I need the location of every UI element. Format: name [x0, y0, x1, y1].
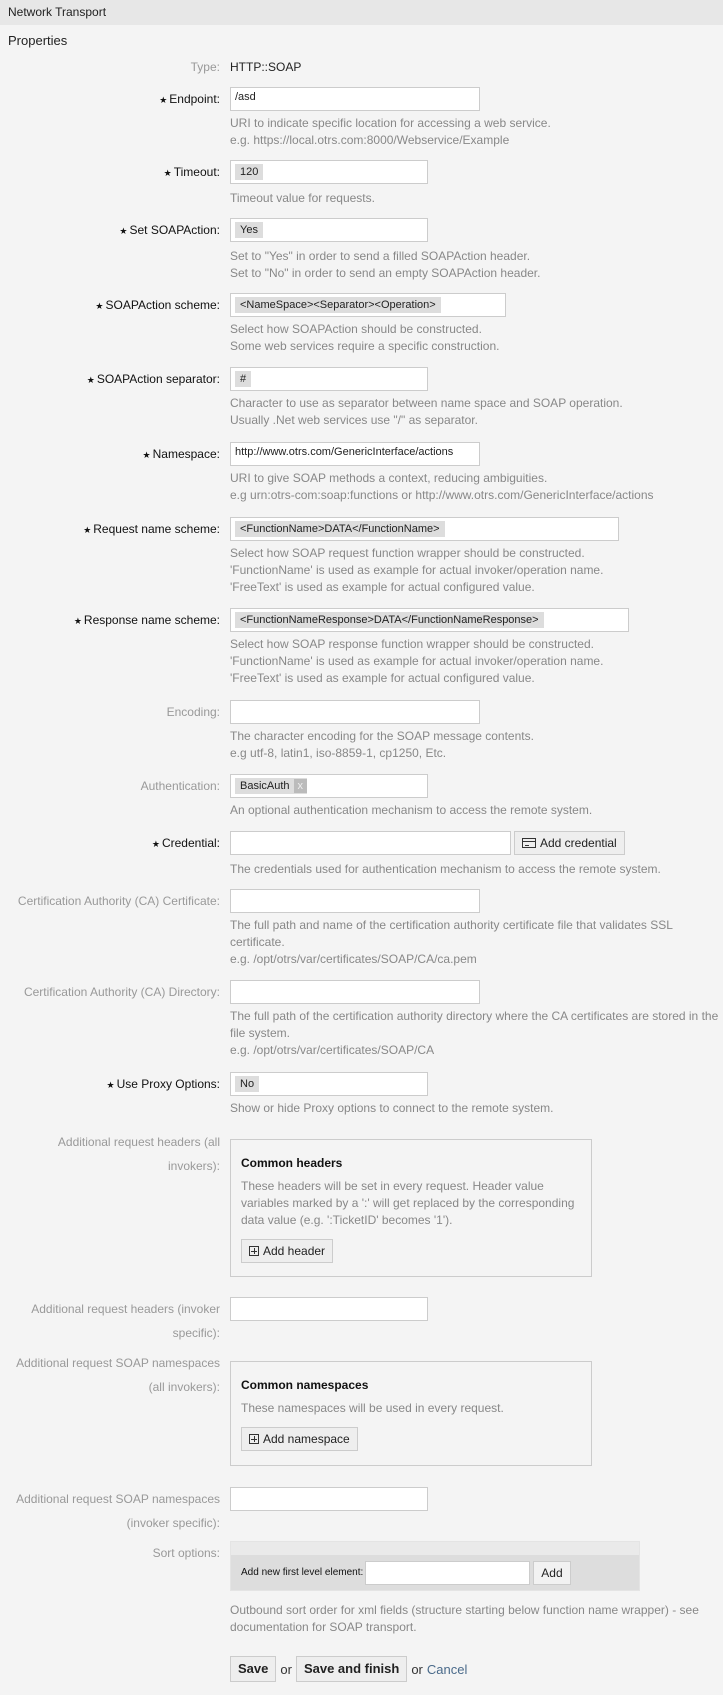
- set-soapaction-value: Yes: [235, 222, 263, 238]
- type-label: Type:: [190, 60, 220, 74]
- encoding-label: Encoding:: [166, 705, 220, 719]
- endpoint-label: Endpoint:: [169, 92, 220, 106]
- request-name-scheme-help: Select how SOAP request function wrapper…: [230, 546, 604, 594]
- request-name-scheme-value: <FunctionName>DATA</FunctionName>: [235, 521, 445, 537]
- add-element-button[interactable]: Add: [533, 1560, 571, 1585]
- plus-icon: [249, 1246, 259, 1256]
- timeout-value: 120: [235, 164, 264, 180]
- common-headers-box: Common headers These headers will be set…: [230, 1139, 592, 1277]
- encoding-help: The character encoding for the SOAP mess…: [230, 729, 534, 760]
- plus-icon: [249, 1434, 259, 1444]
- authentication-tag: BasicAuth x: [235, 778, 308, 794]
- namespaces-invoker-input[interactable]: [230, 1487, 428, 1511]
- response-name-scheme-help: Select how SOAP response function wrappe…: [230, 637, 604, 685]
- common-namespaces-text: These namespaces will be used in every r…: [241, 1401, 504, 1415]
- namespaces-all-label: Additional request SOAP namespaces (all …: [16, 1356, 220, 1394]
- soapaction-separator-label: SOAPAction separator:: [96, 372, 220, 386]
- sort-options-help: Outbound sort order for xml fields (stru…: [230, 1603, 699, 1634]
- request-name-scheme-label: Request name scheme:: [93, 522, 220, 536]
- set-soapaction-help: Set to "Yes" in order to send a filled S…: [230, 249, 541, 280]
- properties-title: Properties: [8, 33, 68, 48]
- add-element-input[interactable]: [365, 1560, 531, 1585]
- response-name-scheme-select[interactable]: <FunctionNameResponse>DATA</FunctionName…: [230, 608, 629, 632]
- remove-icon[interactable]: x: [293, 779, 308, 793]
- soapaction-separator-select[interactable]: #: [230, 367, 428, 391]
- headers-all-label: Additional request headers (all invokers…: [57, 1135, 220, 1173]
- common-namespaces-title: Common namespaces: [241, 1378, 369, 1392]
- cancel-link[interactable]: Cancel: [427, 1662, 467, 1677]
- ca-directory-input[interactable]: [230, 980, 480, 1004]
- required-icon: ★: [73, 616, 82, 626]
- use-proxy-help: Show or hide Proxy options to connect to…: [230, 1101, 554, 1115]
- encoding-input[interactable]: [230, 700, 480, 724]
- or-text: or: [280, 1661, 292, 1677]
- response-name-scheme-value: <FunctionNameResponse>DATA</FunctionName…: [235, 612, 544, 628]
- required-icon: ★: [83, 525, 92, 535]
- required-icon: ★: [95, 301, 104, 311]
- use-proxy-select[interactable]: No: [230, 1072, 428, 1096]
- soapaction-scheme-help: Select how SOAPAction should be construc…: [230, 322, 500, 353]
- common-headers-text: These headers will be set in every reque…: [241, 1179, 575, 1227]
- soapaction-separator-value: #: [235, 371, 252, 387]
- sort-options-panel: Add new first level element: Add: [230, 1541, 640, 1591]
- required-icon: ★: [86, 375, 95, 385]
- credential-label: Credential:: [161, 836, 220, 850]
- required-icon: ★: [142, 450, 151, 460]
- ca-certificate-input[interactable]: [230, 889, 480, 913]
- headers-invoker-label: Additional request headers (invoker spec…: [31, 1302, 220, 1340]
- common-namespaces-box: Common namespaces These namespaces will …: [230, 1361, 592, 1466]
- ca-directory-help: The full path of the certification autho…: [230, 1009, 719, 1057]
- section-header: Network Transport: [0, 0, 723, 25]
- add-credential-button[interactable]: Add credential: [514, 831, 625, 855]
- use-proxy-value: No: [235, 1076, 260, 1092]
- required-icon: ★: [106, 1080, 115, 1090]
- namespace-help: URI to give SOAP methods a context, redu…: [230, 471, 654, 502]
- set-soapaction-label: Set SOAPAction:: [129, 223, 221, 237]
- ca-certificate-label: Certification Authority (CA) Certificate…: [17, 894, 220, 908]
- namespace-label: Namespace:: [152, 447, 220, 461]
- required-icon: ★: [119, 226, 128, 236]
- authentication-help: An optional authentication mechanism to …: [230, 803, 593, 817]
- set-soapaction-select[interactable]: Yes: [230, 218, 428, 242]
- section-title: Network Transport: [8, 5, 107, 19]
- ca-directory-label: Certification Authority (CA) Directory:: [23, 985, 220, 999]
- ca-certificate-help: The full path and name of the certificat…: [230, 918, 673, 966]
- namespace-input[interactable]: http://www.otrs.com/GenericInterface/act…: [230, 442, 480, 466]
- credential-select[interactable]: [230, 831, 511, 855]
- add-namespace-button[interactable]: Add namespace: [241, 1427, 358, 1451]
- timeout-help: Timeout value for requests.: [230, 191, 375, 205]
- credential-help: The credentials used for authentication …: [230, 862, 661, 876]
- add-element-label: Add new first level element:: [241, 1567, 364, 1578]
- soapaction-scheme-select[interactable]: <NameSpace><Separator><Operation>: [230, 293, 506, 317]
- common-headers-title: Common headers: [241, 1156, 343, 1170]
- save-button[interactable]: Save: [230, 1656, 277, 1682]
- type-value: HTTP::SOAP: [230, 60, 302, 74]
- subsection-header: Properties: [0, 25, 723, 53]
- endpoint-help: URI to indicate specific location for ac…: [230, 116, 551, 147]
- request-name-scheme-select[interactable]: <FunctionName>DATA</FunctionName>: [230, 517, 619, 541]
- endpoint-input[interactable]: /asd: [230, 87, 480, 111]
- save-and-finish-button[interactable]: Save and finish: [295, 1656, 408, 1682]
- soapaction-separator-help: Character to use as separator between na…: [230, 396, 623, 427]
- response-name-scheme-label: Response name scheme:: [83, 613, 220, 627]
- authentication-label: Authentication:: [140, 779, 220, 793]
- timeout-label: Timeout:: [173, 165, 220, 179]
- use-proxy-label: Use Proxy Options:: [116, 1077, 220, 1091]
- namespaces-invoker-label: Additional request SOAP namespaces (invo…: [16, 1492, 220, 1530]
- add-header-button[interactable]: Add header: [241, 1239, 334, 1263]
- required-icon: ★: [151, 839, 160, 849]
- sort-options-label: Sort options:: [152, 1546, 220, 1560]
- soapaction-scheme-label: SOAPAction scheme:: [105, 298, 221, 312]
- soapaction-scheme-value: <NameSpace><Separator><Operation>: [235, 297, 441, 313]
- credential-card-icon: [522, 838, 536, 848]
- timeout-select[interactable]: 120: [230, 160, 428, 184]
- authentication-select[interactable]: BasicAuth x: [230, 774, 428, 798]
- required-icon: ★: [159, 95, 168, 105]
- required-icon: ★: [163, 168, 172, 178]
- or-text: or: [411, 1661, 423, 1677]
- headers-invoker-input[interactable]: [230, 1297, 428, 1321]
